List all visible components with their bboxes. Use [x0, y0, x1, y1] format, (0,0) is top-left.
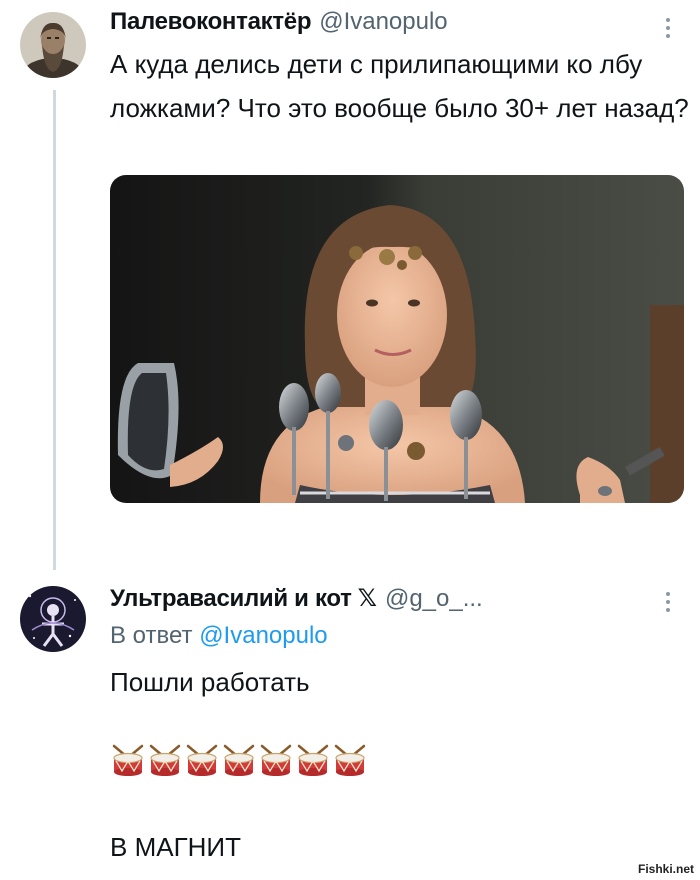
drum-emoji-row [110, 742, 368, 778]
thread-line [53, 90, 56, 570]
tweet-text: А куда делись дети с прилипающими ко лбу… [110, 49, 689, 123]
girl-with-spoons-photo-icon [110, 175, 684, 503]
drum-icon [223, 744, 255, 776]
reply-header: Ультравасилий и кот 𝕏 @g_o_... [110, 584, 483, 613]
drum-icon [297, 744, 329, 776]
drum-icon [334, 744, 366, 776]
bearded-man-avatar-icon [20, 12, 86, 78]
author-name[interactable]: Палевоконтактёр [110, 8, 312, 36]
author-avatar[interactable] [20, 12, 86, 78]
author-handle[interactable]: @Ivanopulo [319, 8, 447, 36]
reply-prefix: В ответ [110, 622, 193, 649]
reply-author-name[interactable]: Ультравасилий и кот [110, 585, 352, 613]
drum-icon [112, 744, 144, 776]
drum-icon [186, 744, 218, 776]
drum-icon [260, 744, 292, 776]
reply-text-line3: В МАГНИТ [110, 832, 241, 862]
cosmic-figure-avatar-icon [20, 586, 86, 652]
reply-author-avatar[interactable] [20, 586, 86, 652]
more-options-icon[interactable] [664, 18, 672, 38]
reply-context: В ответ @Ivanopulo [110, 622, 328, 650]
reply-mention-link[interactable]: @Ivanopulo [199, 622, 327, 649]
reply-author-handle[interactable]: @g_o_... [385, 585, 483, 613]
reply-text-line1: Пошли работать [110, 667, 310, 697]
x-badge-icon: 𝕏 [357, 585, 377, 612]
tweet-header: Палевоконтактёр @Ivanopulo [110, 8, 448, 36]
reply-more-options-icon[interactable] [664, 592, 672, 612]
tweet-photo[interactable] [110, 175, 684, 503]
drum-icon [149, 744, 181, 776]
watermark: Fishki.net [637, 862, 694, 876]
